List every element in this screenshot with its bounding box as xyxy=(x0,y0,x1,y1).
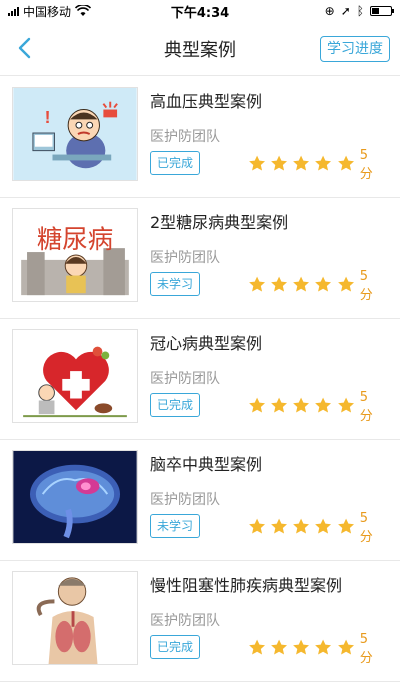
case-title: 2型糖尿病典型案例 xyxy=(150,213,289,232)
study-progress-button[interactable]: 学习进度 xyxy=(320,36,390,62)
svg-text:!: ! xyxy=(45,107,51,127)
case-item-heart-disease[interactable]: 冠心病典型案例 医护防团队 已完成 5分 xyxy=(0,319,400,440)
case-team: 医护防团队 xyxy=(150,250,220,266)
case-item-stroke[interactable]: 脑卒中典型案例 医护防团队 未学习 5分 xyxy=(0,440,400,561)
case-title: 慢性阻塞性肺疾病典型案例 xyxy=(150,576,343,595)
star-icon xyxy=(271,639,288,655)
star-icon xyxy=(337,276,354,292)
diabetes-illustration: 糖尿病 xyxy=(12,208,138,302)
status-badge: 未学习 xyxy=(150,514,201,538)
star-icon xyxy=(315,155,332,171)
status-badge: 未学习 xyxy=(150,272,201,296)
star-icon xyxy=(337,518,354,534)
bluetooth-icon: ᛒ xyxy=(356,4,364,18)
heart-disease-illustration xyxy=(12,329,138,423)
score-label: 5分 xyxy=(359,148,373,182)
rating-stars: 5分 xyxy=(248,507,380,545)
star-icon xyxy=(293,518,310,534)
star-icon xyxy=(293,276,310,292)
case-team: 医护防团队 xyxy=(150,371,220,387)
star-icon xyxy=(293,155,310,171)
star-icon xyxy=(271,518,288,534)
lock-rotation-icon: ⊕ xyxy=(324,4,335,18)
chevron-left-icon xyxy=(18,37,31,59)
rating-stars: 5分 xyxy=(248,628,380,666)
score-label: 5分 xyxy=(359,269,373,303)
star-icon xyxy=(315,518,332,534)
status-badge: 已完成 xyxy=(150,393,201,417)
svg-text:糖尿病: 糖尿病 xyxy=(37,224,113,254)
clock: 下午4:34 xyxy=(170,5,230,21)
page-title: 典型案例 xyxy=(164,39,236,61)
case-item-hypertension[interactable]: ! 高血压典型案例 医护防团队 已完成 5分 xyxy=(0,77,400,198)
signal-icon xyxy=(8,6,19,16)
score-label: 5分 xyxy=(359,511,373,545)
star-icon xyxy=(271,155,288,171)
star-icon xyxy=(249,397,266,413)
navigation-bar: 典型案例 学习进度 xyxy=(0,22,400,76)
star-icon xyxy=(293,639,310,655)
status-bar: 中国移动 下午4:34 ⊕ ➚ ᛒ xyxy=(0,0,400,22)
hypertension-illustration: ! xyxy=(12,87,138,181)
score-label: 5分 xyxy=(359,632,373,666)
case-team: 医护防团队 xyxy=(150,492,220,508)
star-icon xyxy=(249,639,266,655)
star-icon xyxy=(271,276,288,292)
case-title: 冠心病典型案例 xyxy=(150,334,263,353)
battery-icon xyxy=(370,6,394,16)
back-button[interactable] xyxy=(8,32,40,64)
star-icon xyxy=(337,155,354,171)
status-badge: 已完成 xyxy=(150,635,201,659)
star-icon xyxy=(293,397,310,413)
status-badge: 已完成 xyxy=(150,151,201,175)
star-icon xyxy=(315,639,332,655)
star-icon xyxy=(315,276,332,292)
brain-illustration xyxy=(12,450,138,544)
case-item-diabetes[interactable]: 糖尿病 2型糖尿病典型案例 医护防团队 未学习 5分 xyxy=(0,198,400,319)
wifi-icon xyxy=(75,5,92,16)
case-list: ! 高血压典型案例 医护防团队 已完成 5分 糖尿病 2型糖尿病典型案例 医护防… xyxy=(0,77,400,682)
star-icon xyxy=(315,397,332,413)
star-icon xyxy=(249,155,266,171)
location-icon: ➚ xyxy=(340,4,351,18)
star-icon xyxy=(271,397,288,413)
case-item-copd[interactable]: 慢性阻塞性肺疾病典型案例 医护防团队 已完成 5分 xyxy=(0,561,400,682)
score-label: 5分 xyxy=(359,390,373,424)
rating-stars: 5分 xyxy=(248,144,380,182)
star-icon xyxy=(249,518,266,534)
lung-illustration xyxy=(12,571,138,665)
case-team: 医护防团队 xyxy=(150,613,220,629)
star-icon xyxy=(337,639,354,655)
rating-stars: 5分 xyxy=(248,265,380,303)
case-title: 脑卒中典型案例 xyxy=(150,455,263,474)
rating-stars: 5分 xyxy=(248,386,380,424)
star-icon xyxy=(249,276,266,292)
carrier-label: 中国移动 xyxy=(23,4,72,19)
case-team: 医护防团队 xyxy=(150,129,220,145)
case-title: 高血压典型案例 xyxy=(150,92,263,111)
star-icon xyxy=(337,397,354,413)
